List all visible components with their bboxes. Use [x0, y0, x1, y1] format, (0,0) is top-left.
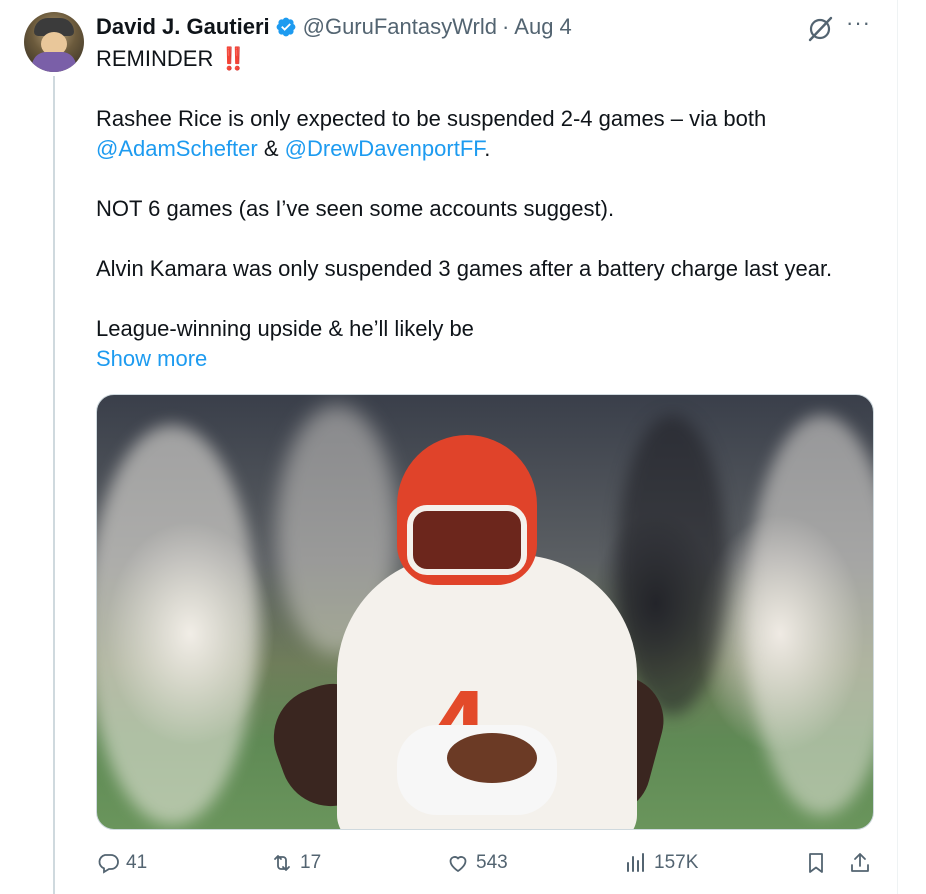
text-line-reminder: REMINDER ‼️ — [96, 44, 886, 74]
text-line-mentions: @AdamSchefter & @DrewDavenportFF. — [96, 134, 886, 164]
double-exclamation-emoji: ‼️ — [219, 46, 246, 71]
avatar[interactable] — [24, 12, 84, 72]
ampersand-text: & — [257, 136, 285, 161]
views-count: 157K — [654, 852, 699, 873]
show-more-link[interactable]: Show more — [96, 344, 886, 374]
text-line-upside: League-winning upside & he’ll likely be — [96, 316, 474, 341]
bookmark-icon — [809, 853, 823, 873]
text-line-kamara: Alvin Kamara was only suspended 3 games … — [96, 256, 833, 281]
period-text: . — [484, 136, 491, 161]
text-line-suspension: Rashee Rice is only expected to be suspe… — [96, 106, 767, 131]
separator-dot: · — [501, 14, 510, 39]
tweet-body: REMINDER ‼️ Rashee Rice is only expected… — [96, 44, 886, 374]
verified-badge-icon — [276, 17, 296, 37]
column-divider — [897, 0, 898, 894]
tweet-header: David J. Gautieri @GuruFantasyWrld · Aug… — [96, 12, 572, 42]
more-options-icon[interactable]: ··· — [846, 12, 874, 38]
tweet-action-bar: 41 17 543 157K — [96, 848, 876, 878]
like-button[interactable]: 543 — [446, 848, 508, 878]
tweet-media-image[interactable]: 4 — [96, 394, 874, 830]
views-chart-icon — [627, 853, 644, 872]
reply-icon — [98, 854, 119, 874]
thread-connector-line — [53, 76, 55, 894]
heart-icon — [449, 856, 467, 873]
author-handle[interactable]: @GuruFantasyWrld — [303, 14, 497, 40]
like-count: 543 — [476, 852, 508, 873]
text-line-not-6: NOT 6 games (as I’ve seen some accounts … — [96, 196, 615, 221]
grok-icon[interactable] — [806, 15, 834, 43]
views-button[interactable]: 157K — [624, 848, 698, 878]
reply-count: 41 — [126, 852, 148, 873]
mention-adamschefter[interactable]: @AdamSchefter — [96, 136, 258, 161]
author-name[interactable]: David J. Gautieri — [96, 14, 270, 40]
reminder-text: REMINDER — [96, 46, 214, 71]
mention-drewdavenportff[interactable]: @DrewDavenportFF — [285, 136, 485, 161]
share-icon — [851, 853, 869, 872]
reply-button[interactable]: 41 — [96, 848, 147, 878]
retweet-icon — [274, 855, 290, 871]
share-button[interactable] — [848, 848, 878, 878]
retweet-button[interactable]: 17 — [270, 848, 321, 878]
bookmark-button[interactable] — [804, 848, 834, 878]
tweet-date[interactable]: Aug 4 — [514, 14, 572, 40]
retweet-count: 17 — [300, 852, 322, 873]
